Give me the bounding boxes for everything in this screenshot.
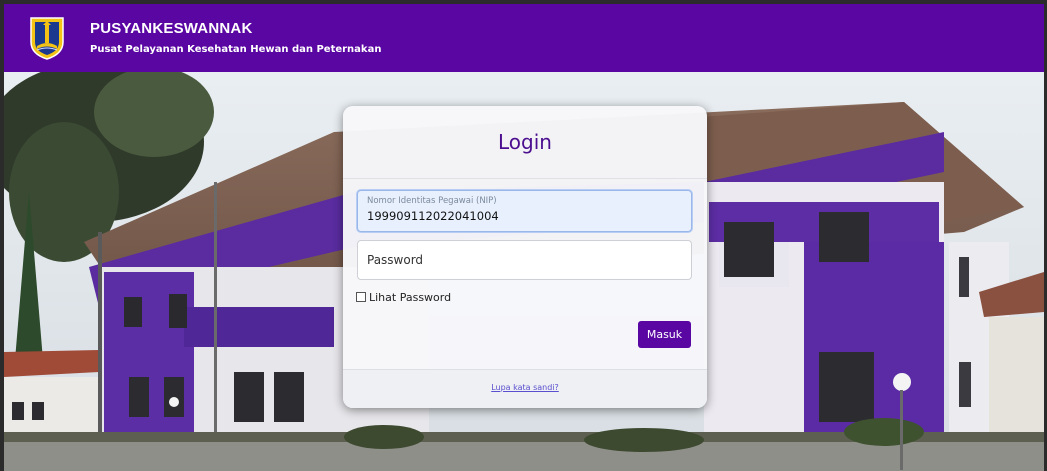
show-password-checkbox[interactable] (356, 292, 366, 302)
login-submit-button[interactable]: Masuk (638, 321, 691, 348)
password-input[interactable]: Password (357, 240, 692, 280)
show-password-row[interactable]: Lihat Password (356, 290, 451, 304)
login-card: Login Nomor Identitas Pegawai (NIP) 1999… (343, 106, 707, 408)
forgot-password-link[interactable]: Lupa kata sandi? (343, 383, 707, 392)
nip-value: 199909112022041004 (367, 209, 499, 223)
show-password-label[interactable]: Lihat Password (369, 291, 451, 304)
password-placeholder: Password (367, 253, 424, 267)
app-frame: PUSYANKESWANNAK Pusat Pelayanan Kesehata… (4, 4, 1044, 471)
card-footer: Lupa kata sandi? (343, 369, 707, 408)
app-title: PUSYANKESWANNAK (90, 20, 253, 37)
jakarta-emblem-icon (30, 17, 64, 60)
top-header: PUSYANKESWANNAK Pusat Pelayanan Kesehata… (4, 4, 1044, 72)
app-subtitle: Pusat Pelayanan Kesehatan Hewan dan Pete… (90, 44, 382, 55)
card-divider (343, 178, 707, 179)
nip-floating-label: Nomor Identitas Pegawai (NIP) (367, 196, 497, 206)
login-title: Login (498, 130, 552, 154)
nip-input[interactable]: Nomor Identitas Pegawai (NIP) 1999091120… (357, 190, 692, 232)
